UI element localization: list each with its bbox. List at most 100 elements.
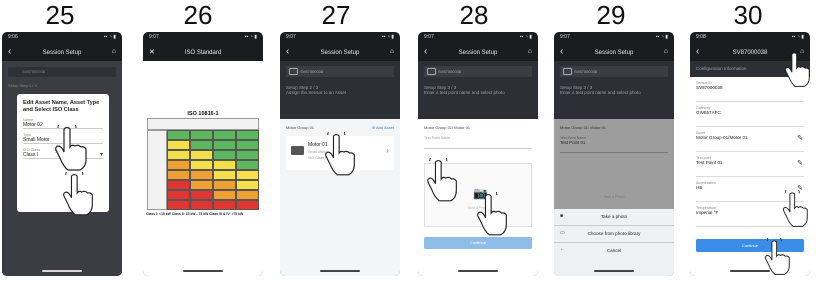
pencil-icon[interactable]: ✎ bbox=[797, 159, 803, 167]
hand-pointer-icon bbox=[764, 238, 794, 276]
cancel-option[interactable]: ← Cancel bbox=[554, 243, 674, 259]
back-icon[interactable]: ‹ bbox=[560, 46, 563, 57]
asset-path: Motor Group 01/ Motor 01 bbox=[560, 125, 607, 130]
photo-library-label: Choose from photo library bbox=[587, 231, 641, 236]
take-photo-option[interactable]: ■ Take a photo bbox=[554, 209, 674, 226]
home-icon[interactable]: ⌂ bbox=[112, 48, 116, 55]
home-icon[interactable]: ⌂ bbox=[528, 48, 532, 55]
sensor-id: SV87000038 bbox=[300, 69, 324, 74]
add-asset-label: Add Asset bbox=[375, 125, 394, 130]
status-time: 9:07 bbox=[424, 34, 434, 40]
screen-30-configuration: 9:08 ▪▪ ◔ ▮ ‹ SV87000038 ⌂ Configuration … bbox=[690, 32, 810, 276]
sensor-id: SV87000038 bbox=[574, 69, 598, 74]
status-time: 9:07 bbox=[560, 34, 570, 40]
home-indicator bbox=[42, 270, 82, 272]
sensor-icon bbox=[427, 68, 436, 75]
step-number-30: 30 bbox=[733, 0, 763, 30]
config-row[interactable]: Asset Motor Group 01/Motor 01 ✎ bbox=[696, 127, 804, 152]
status-bar: 9:07 ▪▪ ◔ ▮ bbox=[554, 32, 674, 45]
photo-area: Take a Photo bbox=[560, 161, 668, 211]
setup-header: SV87000038 Setup Step 2 / 3 Assign the S… bbox=[280, 61, 400, 119]
screen-28-test-point: 9:07 ▪▪ ◔ ▮ ‹ Session Setup ⌂ SV87000038 … bbox=[418, 32, 538, 276]
nav-bar: ‹ Session Setup ⌂ bbox=[280, 45, 400, 61]
nav-bar: ‹ Session Setup ⌂ bbox=[418, 45, 538, 61]
setup-step: Setup Step 1 / 3 bbox=[8, 83, 37, 88]
home-icon[interactable]: ⌂ bbox=[390, 48, 394, 55]
iso-severity-table bbox=[147, 118, 259, 210]
home-indicator bbox=[594, 270, 634, 272]
hand-pointer-icon bbox=[782, 190, 810, 228]
back-icon[interactable]: ‹ bbox=[424, 46, 427, 57]
home-icon[interactable]: ⌂ bbox=[664, 48, 668, 55]
setup-step-desc: Enter a test point name and select photo bbox=[560, 90, 641, 95]
photo-label: Take a Photo bbox=[603, 195, 625, 199]
back-icon[interactable]: ‹ bbox=[696, 46, 699, 57]
group-label: Motor Group 01 bbox=[286, 125, 315, 130]
nav-title: Session Setup bbox=[320, 50, 360, 56]
setup-step-desc: Assign the Sensor to an Asset bbox=[286, 90, 347, 95]
nav-title: ISO Standard bbox=[184, 50, 222, 56]
screen-27-assign-asset: 9:07 ▪▪ ◔ ▮ ‹ Session Setup ⌂ SV87000038 … bbox=[280, 32, 400, 276]
status-bar: 9:07 ▪▪ ◔ ▮ bbox=[280, 32, 400, 45]
dialog-title: Edit Asset Name, Asset Type and Select I… bbox=[23, 100, 100, 113]
step-number-28: 28 bbox=[459, 0, 489, 30]
sensor-row: SV87000038 bbox=[424, 66, 532, 77]
sensor-icon bbox=[289, 68, 298, 75]
iso-caption: Class I: <15 kW Class II: 15 kW - 75 kW … bbox=[146, 212, 244, 216]
status-time: 9:07 bbox=[286, 34, 296, 40]
signal-icon: ▪▪ ◔ ▮ bbox=[103, 34, 116, 40]
test-point-input[interactable]: Test Point Name bbox=[424, 136, 532, 149]
asset-path: Motor Group 01/ Motor 01 bbox=[424, 125, 471, 130]
motor-icon bbox=[291, 146, 304, 155]
iso-table-area: ISO 10816-1 Class I: <15 kW Class II: 15… bbox=[143, 61, 263, 276]
continue-button[interactable]: Continue bbox=[424, 237, 532, 249]
iso-table-title: ISO 10816-1 bbox=[187, 111, 219, 117]
home-indicator bbox=[183, 270, 223, 272]
close-icon[interactable]: ✕ bbox=[149, 48, 155, 56]
hand-pointer-icon bbox=[62, 172, 98, 216]
signal-icon: ▪▪ ◔ ▮ bbox=[655, 34, 668, 40]
nav-title: Session Setup bbox=[42, 50, 82, 56]
cancel-label: Cancel bbox=[606, 248, 622, 253]
screen-26-iso-standard: 9:07 ▪▪ ◔ ▮ ✕ ISO Standard ISO 10816-1 C… bbox=[143, 32, 263, 276]
hand-pointer-icon bbox=[426, 158, 462, 202]
status-bar: 9:08 ▪▪ ◔ ▮ bbox=[690, 32, 810, 45]
test-point-label: Test Point Name bbox=[424, 136, 451, 140]
signal-icon: ▪▪ ◔ ▮ bbox=[791, 34, 804, 40]
config-row[interactable]: Test point Test Point 01 ✎ bbox=[696, 152, 804, 177]
sensor-row: SV87000038 bbox=[286, 66, 394, 77]
chevron-down-icon[interactable]: ▾ bbox=[100, 151, 103, 158]
status-time: 9:07 bbox=[149, 34, 159, 40]
setup-header: SV87000038 Setup Step 3 / 3 Enter a test… bbox=[554, 61, 674, 119]
pencil-icon[interactable]: ✎ bbox=[797, 134, 803, 142]
sensor-row: SV87000038 bbox=[560, 66, 668, 77]
back-icon[interactable]: ‹ bbox=[8, 46, 11, 57]
sensor-icon bbox=[563, 68, 572, 75]
hand-pointer-icon bbox=[476, 192, 512, 236]
signal-icon: ▪▪ ◔ ▮ bbox=[381, 34, 394, 40]
hand-pointer-icon bbox=[54, 125, 92, 171]
home-indicator bbox=[458, 270, 498, 272]
status-time: 9:06 bbox=[8, 34, 18, 40]
add-asset-button[interactable]: ⊕ Add Asset bbox=[372, 125, 394, 130]
sensor-row: SV87000038 bbox=[8, 67, 116, 77]
nav-title: Session Setup bbox=[458, 50, 498, 56]
photo-library-option[interactable]: ▭ Choose from photo library bbox=[554, 226, 674, 243]
nav-bar: ‹ Session Setup ⌂ bbox=[554, 45, 674, 61]
step-number-29: 29 bbox=[596, 0, 626, 30]
step-number-27: 27 bbox=[321, 0, 351, 30]
test-point-input[interactable]: Test Point Name Test Point 01 bbox=[560, 136, 668, 153]
back-icon[interactable]: ‹ bbox=[286, 46, 289, 57]
home-indicator bbox=[320, 270, 360, 272]
nav-bar: ✕ ISO Standard bbox=[143, 45, 263, 61]
nav-title: Session Setup bbox=[594, 50, 634, 56]
status-bar: 9:07 ▪▪ ◔ ▮ bbox=[418, 32, 538, 45]
step-number-25: 25 bbox=[45, 0, 75, 30]
config-row-value: Test Point 01 bbox=[696, 160, 723, 165]
test-point-value: Test Point 01 bbox=[560, 140, 586, 145]
take-photo-label: Take a photo bbox=[600, 214, 628, 219]
hand-pointer-icon bbox=[324, 132, 360, 176]
sensor-id: SV87000038 bbox=[438, 69, 462, 74]
nav-title: SV87000038 bbox=[732, 50, 768, 56]
signal-icon: ▪▪ ◔ ▮ bbox=[519, 34, 532, 40]
